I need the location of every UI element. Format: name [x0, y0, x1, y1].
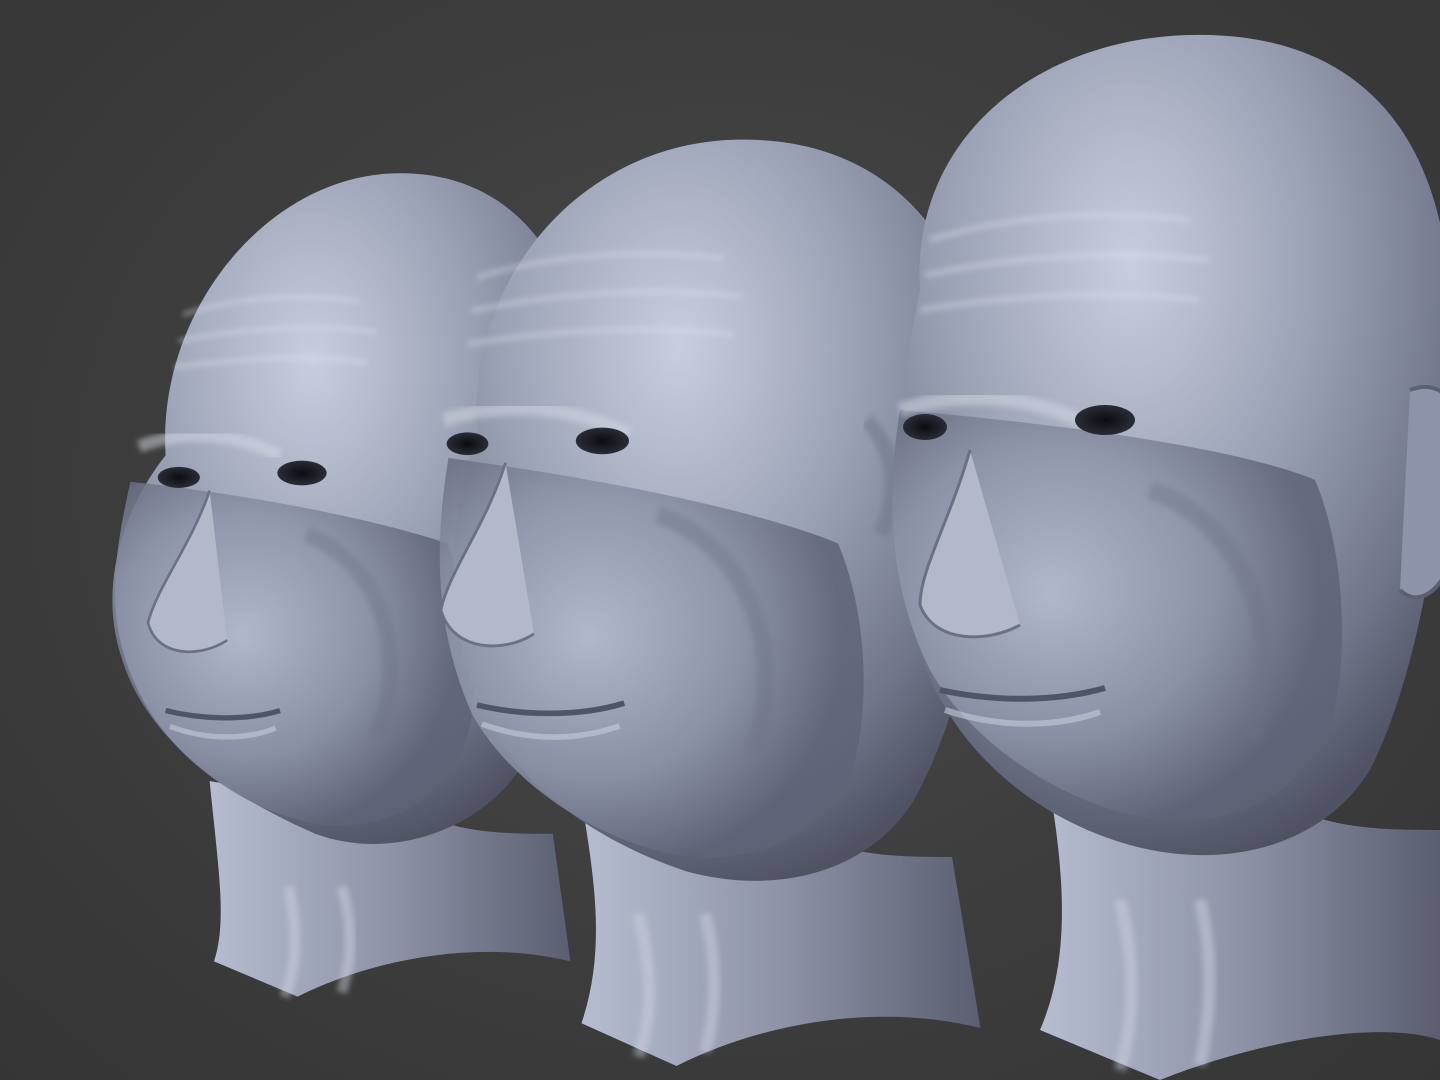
sculpt-render-scene [112, 34, 1440, 1080]
head-model-3 [892, 34, 1440, 1080]
render-viewport [0, 0, 1440, 1080]
